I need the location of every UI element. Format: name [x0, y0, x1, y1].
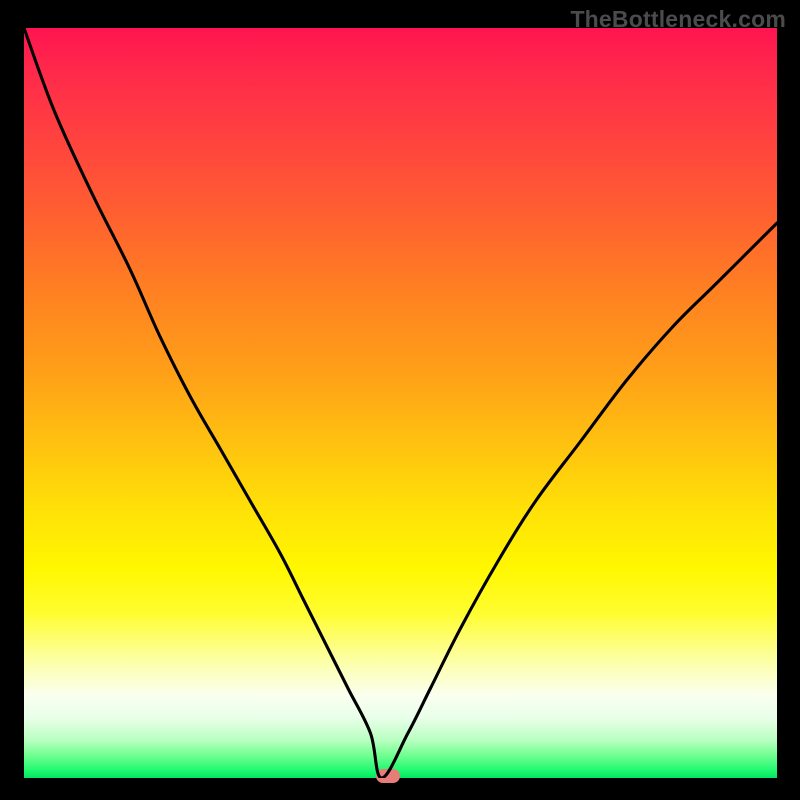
watermark-text: TheBottleneck.com — [570, 6, 786, 33]
chart-frame: TheBottleneck.com — [0, 0, 800, 800]
plot-gradient-background — [24, 28, 777, 778]
bottleneck-marker — [376, 769, 400, 783]
